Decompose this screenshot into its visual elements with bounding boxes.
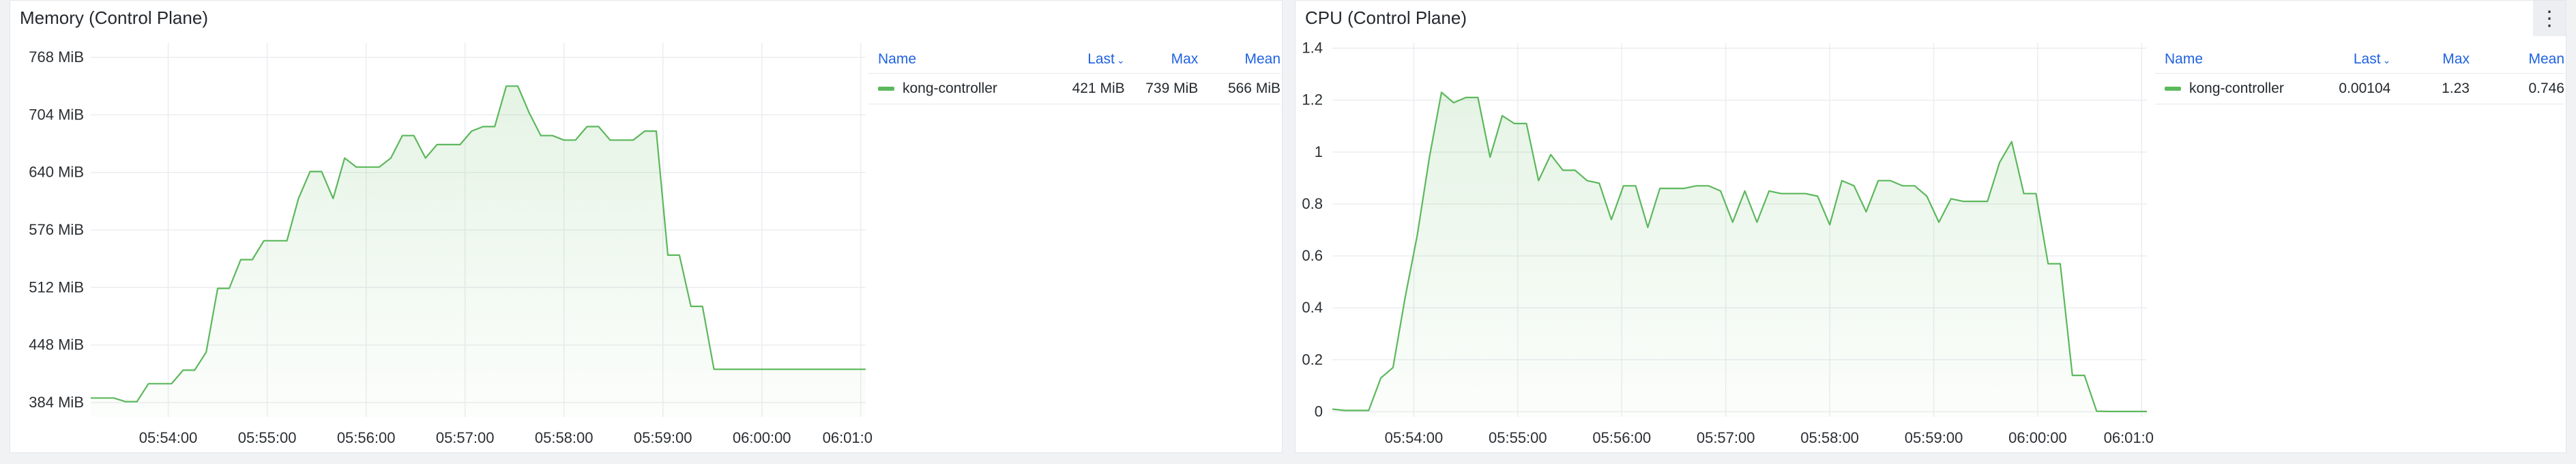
legend-header-name[interactable]: Name [868, 48, 1051, 74]
y-tick-label: 512 MiB [29, 278, 84, 295]
y-tick-label: 0.4 [1302, 299, 1323, 316]
y-tick-label: 1 [1315, 143, 1323, 160]
y-tick-label: 384 MiB [29, 394, 84, 411]
x-tick-label: 06:01:0 [823, 429, 873, 446]
y-tick-label: 0.2 [1302, 351, 1323, 368]
x-tick-label: 05:56:00 [337, 429, 396, 446]
x-tick-label: 05:59:00 [1905, 429, 1963, 446]
y-tick-label: 1.2 [1302, 91, 1323, 108]
x-tick-label: 05:57:00 [436, 429, 495, 446]
series-area [91, 86, 866, 417]
x-tick-label: 05:55:00 [238, 429, 297, 446]
legend-series-name[interactable]: kong-controller [903, 81, 997, 96]
y-tick-label: 0.8 [1302, 195, 1323, 212]
legend-header-max[interactable]: Max [2390, 48, 2470, 74]
legend-header-max[interactable]: Max [1125, 48, 1199, 74]
memory-legend: Name Last ⌄ Max Mean kong-controller 421 … [868, 48, 1280, 104]
chevron-down-icon: ⌄ [2382, 55, 2391, 66]
y-tick-label: 0 [1315, 403, 1323, 420]
legend-header-mean[interactable]: Mean [1198, 48, 1280, 74]
legend-last-value: 421 MiB [1051, 73, 1125, 104]
legend-row[interactable]: kong-controller 421 MiB 739 MiB 566 MiB [868, 73, 1280, 104]
y-tick-label: 640 MiB [29, 164, 84, 181]
legend-last-value: 0.00104 [2323, 73, 2391, 104]
x-tick-label: 05:54:00 [139, 429, 198, 446]
legend-header-last[interactable]: Last ⌄ [1051, 48, 1125, 74]
x-tick-label: 05:57:00 [1697, 429, 1755, 446]
cpu-legend: Name Last ⌄ Max Mean kong-controller 0.00… [2155, 48, 2564, 104]
y-tick-label: 448 MiB [29, 336, 84, 353]
series-area [1332, 92, 2147, 418]
x-tick-label: 06:00:00 [733, 429, 791, 446]
legend-max-value: 739 MiB [1124, 73, 1199, 104]
legend-max-value: 1.23 [2390, 73, 2470, 104]
legend-header-mean[interactable]: Mean [2470, 48, 2564, 74]
legend-series-name[interactable]: kong-controller [2189, 81, 2284, 96]
y-tick-label: 0.6 [1302, 247, 1323, 264]
cpu-panel: CPU (Control Plane) ⋮ 0 0.2 0.4 0.6 0.8 1 1.2 1… [1295, 0, 2566, 453]
x-tick-label: 05:58:00 [1800, 429, 1859, 446]
x-tick-label: 06:00:00 [2008, 429, 2067, 446]
legend-mean-value: 566 MiB [1198, 73, 1280, 104]
x-tick-label: 05:55:00 [1489, 429, 1547, 446]
y-tick-label: 768 MiB [29, 48, 84, 66]
x-tick-label: 05:56:00 [1592, 429, 1651, 446]
chevron-down-icon: ⌄ [1116, 55, 1125, 66]
x-tick-label: 05:54:00 [1385, 429, 1444, 446]
memory-panel: Memory (Control Plane) 384 MiB 448 MiB 512… [10, 0, 1283, 453]
y-tick-label: 576 MiB [29, 221, 84, 238]
series-color-swatch [2165, 87, 2181, 91]
y-tick-label: 704 MiB [29, 106, 84, 123]
x-tick-label: 06:01:0 [2104, 429, 2154, 446]
legend-header-last[interactable]: Last ⌄ [2324, 48, 2391, 74]
series-color-swatch [878, 87, 894, 91]
x-tick-label: 05:59:00 [634, 429, 692, 446]
legend-header-name[interactable]: Name [2155, 48, 2324, 74]
y-tick-label: 1.4 [1302, 40, 1323, 57]
legend-row[interactable]: kong-controller 0.00104 1.23 0.746 [2155, 73, 2564, 104]
x-tick-label: 05:58:00 [535, 429, 594, 446]
legend-mean-value: 0.746 [2469, 73, 2564, 104]
